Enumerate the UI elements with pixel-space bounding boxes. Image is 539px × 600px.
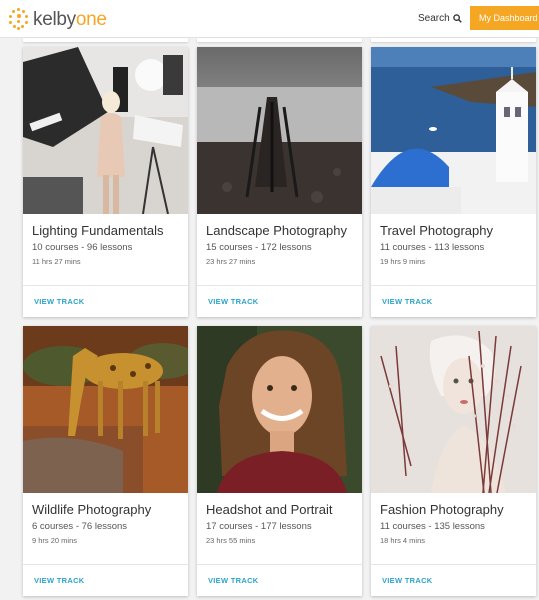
track-duration: 23 hrs 55 mins xyxy=(206,536,256,545)
track-card-fashion[interactable]: Fashion Photography 11 courses - 135 les… xyxy=(371,326,536,596)
card-divider xyxy=(371,564,536,565)
track-duration: 11 hrs 27 mins xyxy=(32,257,81,266)
track-title: Lighting Fundamentals xyxy=(32,223,164,238)
view-track-link[interactable]: VIEW TRACK xyxy=(208,576,259,585)
view-track-link[interactable]: VIEW TRACK xyxy=(382,576,433,585)
track-thumbnail xyxy=(371,326,536,493)
track-course-count: 6 courses - 76 lessons xyxy=(32,521,128,532)
kelbyone-logo[interactable]: kelbyone xyxy=(8,7,107,31)
track-thumbnail xyxy=(371,47,536,214)
track-card-travel[interactable]: Travel Photography 11 courses - 113 less… xyxy=(371,47,536,317)
search-link[interactable]: Search xyxy=(418,13,462,24)
track-title: Wildlife Photography xyxy=(32,502,152,517)
track-duration: 9 hrs 20 mins xyxy=(32,536,78,545)
view-track-link[interactable]: VIEW TRACK xyxy=(208,297,259,306)
track-course-count: 10 courses - 96 lessons xyxy=(32,242,133,253)
track-title: Landscape Photography xyxy=(206,223,347,238)
my-dashboard-button[interactable]: My Dashboard xyxy=(470,6,539,30)
track-duration: 18 hrs 4 mins xyxy=(380,536,426,545)
track-thumbnail xyxy=(23,326,188,493)
track-title: Headshot and Portrait xyxy=(206,502,333,517)
card-divider xyxy=(23,564,188,565)
track-thumbnail xyxy=(23,47,188,214)
top-nav-bar: kelbyone Search My Dashboard xyxy=(0,0,539,38)
partial-card-above xyxy=(197,38,362,42)
search-icon xyxy=(452,14,462,23)
track-thumbnail xyxy=(197,326,362,493)
partial-card-above xyxy=(23,38,188,42)
track-card-headshot[interactable]: Headshot and Portrait 17 courses - 177 l… xyxy=(197,326,362,596)
track-card-wildlife[interactable]: Wildlife Photography 6 courses - 76 less… xyxy=(23,326,188,596)
card-divider xyxy=(371,285,536,286)
card-divider xyxy=(197,564,362,565)
view-track-link[interactable]: VIEW TRACK xyxy=(34,576,85,585)
card-divider xyxy=(197,285,362,286)
track-course-count: 11 courses - 135 lessons xyxy=(380,521,485,532)
partial-card-above xyxy=(371,38,536,42)
track-duration: 19 hrs 9 mins xyxy=(380,257,426,266)
track-card-landscape[interactable]: Landscape Photography 15 courses - 172 l… xyxy=(197,47,362,317)
track-course-count: 17 courses - 177 lessons xyxy=(206,521,312,532)
logo-text-one: one xyxy=(75,8,107,30)
track-title: Travel Photography xyxy=(380,223,493,238)
track-thumbnail xyxy=(197,47,362,214)
track-card-lighting[interactable]: Lighting Fundamentals 10 courses - 96 le… xyxy=(23,47,188,317)
track-course-count: 11 courses - 113 lessons xyxy=(380,242,485,253)
search-label: Search xyxy=(418,13,450,24)
card-divider xyxy=(23,285,188,286)
track-duration: 23 hrs 27 mins xyxy=(206,257,256,266)
track-course-count: 15 courses - 172 lessons xyxy=(206,242,312,253)
view-track-link[interactable]: VIEW TRACK xyxy=(382,297,433,306)
logo-dots-icon xyxy=(8,8,30,30)
logo-text-kelby: kelby xyxy=(33,8,76,30)
view-track-link[interactable]: VIEW TRACK xyxy=(34,297,85,306)
track-title: Fashion Photography xyxy=(380,502,504,517)
